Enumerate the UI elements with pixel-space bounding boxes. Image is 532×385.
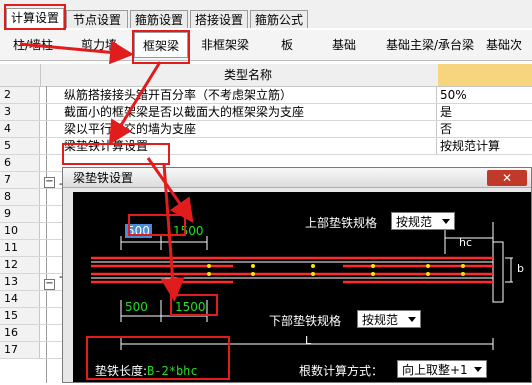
arrow-to-top-dims bbox=[146, 157, 194, 223]
arrow-to-bottom-dims bbox=[160, 163, 185, 302]
arrow-to-pad-row bbox=[108, 61, 162, 146]
arrow-to-frame-beam-tab bbox=[19, 40, 134, 65]
annotation-arrows bbox=[19, 40, 194, 302]
